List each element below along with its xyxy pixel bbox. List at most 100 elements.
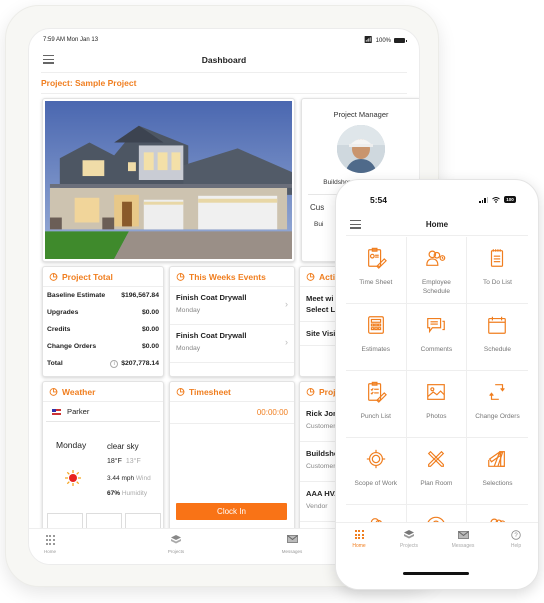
- comments-icon: [427, 317, 446, 334]
- pie-chart-icon: [49, 388, 58, 396]
- project-total-header: Project Total: [43, 267, 163, 287]
- event-item[interactable]: Finish Coat Drywall Monday ›: [170, 325, 294, 363]
- tab-projects[interactable]: Projects: [151, 535, 201, 554]
- wifi-icon: [492, 196, 500, 203]
- grid-item-estimates[interactable]: Estimates: [346, 304, 407, 371]
- avatar: [337, 125, 385, 173]
- status-time: 5:54: [370, 195, 388, 205]
- battery-icon: 100: [504, 196, 516, 203]
- layers-icon: [404, 530, 414, 539]
- house-image: [45, 101, 292, 259]
- project-total-card: Project Total Baseline Estimate $196,567.…: [42, 266, 164, 377]
- tablet-status-bar: 7:59 AM Mon Jan 13 📶︎ 100%: [43, 37, 407, 47]
- pie-chart-icon: [176, 388, 185, 396]
- event-day: Monday: [176, 307, 201, 314]
- weather-header: Weather: [43, 382, 163, 402]
- tab-label: Projects: [399, 543, 419, 549]
- total-row-change-orders: Change Orders $0.00: [43, 338, 163, 355]
- tab-messages[interactable]: Messages: [267, 535, 317, 554]
- project-total-title: Project Total: [62, 271, 113, 282]
- timesheet-timer: 00:00:00: [170, 402, 294, 424]
- help-icon: ?: [511, 529, 521, 540]
- row-label: Credits: [47, 326, 71, 333]
- grid-item-label: Time Sheet: [359, 279, 393, 286]
- event-title: Finish Coat Drywall: [176, 331, 247, 340]
- tab-label: Home: [352, 543, 366, 549]
- events-title: This Weeks Events: [189, 271, 266, 282]
- pie-chart-icon: [306, 388, 315, 396]
- phone-status-bar: 5:54 100: [336, 195, 538, 207]
- pie-chart-icon: [306, 273, 315, 281]
- svg-text:?: ?: [514, 533, 518, 539]
- timesheet-icon: [367, 247, 387, 269]
- tab-help[interactable]: ? Help: [496, 529, 536, 549]
- swatches-icon: [488, 450, 506, 467]
- row-value: $0.00: [141, 343, 159, 350]
- total-row-baseline: Baseline Estimate $196,567.84: [43, 287, 163, 304]
- total-row-total: Total i $207,778.14: [43, 355, 163, 372]
- grid-item-label: Employee Schedule: [421, 279, 451, 295]
- change-orders-icon: [489, 384, 506, 400]
- grid-icon: [45, 535, 55, 545]
- grid-item-label: Estimates: [361, 346, 391, 353]
- row-label: Baseline Estimate: [47, 292, 106, 299]
- target-icon: [366, 449, 385, 469]
- grid-item-time-sheet[interactable]: Time Sheet: [346, 237, 407, 304]
- weather-humidity: 67% Humidity: [107, 490, 147, 497]
- page-title: Dashboard: [201, 55, 247, 65]
- chevron-right-icon: ›: [285, 299, 288, 309]
- tab-label: Projects: [167, 549, 185, 554]
- grid-item-employee-schedule[interactable]: Employee Schedule: [406, 237, 468, 304]
- grid-item-selections[interactable]: Selections: [467, 438, 528, 505]
- event-title: Finish Coat Drywall: [176, 293, 247, 302]
- grid-item-label: To Do List: [483, 279, 512, 286]
- info-icon[interactable]: i: [110, 359, 119, 368]
- grid-item-label: Scope of Work: [354, 480, 398, 487]
- phone-header: Home: [346, 216, 528, 236]
- grid-item-label: Plan Room: [420, 480, 453, 487]
- tab-messages[interactable]: Messages: [443, 529, 483, 549]
- signal-icon: [479, 196, 488, 203]
- grid-item-to-do-list[interactable]: To Do List: [467, 237, 528, 304]
- grid-item-comments[interactable]: Comments: [406, 304, 468, 371]
- row-label: Total: [47, 360, 63, 367]
- tab-home[interactable]: Home: [339, 529, 379, 549]
- clock-in-button[interactable]: Clock In: [176, 503, 287, 520]
- weather-title: Weather: [62, 386, 96, 397]
- row-value: $207,778.14: [121, 360, 159, 367]
- envelope-icon: [286, 535, 298, 543]
- grid-item-schedule[interactable]: Schedule: [467, 304, 528, 371]
- us-flag-icon: [52, 408, 61, 415]
- row-label: Change Orders: [47, 343, 97, 350]
- grid-item-scope-of-work[interactable]: Scope of Work: [346, 438, 407, 505]
- wind-label: Wind: [135, 475, 151, 482]
- tab-projects[interactable]: Projects: [389, 529, 429, 549]
- row-label: Upgrades: [47, 309, 79, 316]
- grid-item-plan-room[interactable]: Plan Room: [406, 438, 468, 505]
- home-indicator[interactable]: [403, 572, 469, 575]
- row-value: $0.00: [141, 309, 159, 316]
- employee-schedule-icon: [426, 250, 446, 266]
- project-label[interactable]: Project: Sample Project: [41, 74, 407, 94]
- tab-home[interactable]: Home: [29, 535, 75, 554]
- weekly-events-card: This Weeks Events Finish Coat Drywall Mo…: [169, 266, 295, 377]
- event-item[interactable]: Finish Coat Drywall Monday ›: [170, 287, 294, 325]
- grid-item-punch-list[interactable]: Punch List: [346, 371, 407, 438]
- tablet-header: Dashboard: [41, 49, 407, 73]
- total-row-credits: Credits $0.00: [43, 321, 163, 338]
- tab-label: Home: [43, 549, 56, 554]
- calendar-icon: [488, 316, 507, 334]
- grid-item-label: Comments: [420, 346, 453, 353]
- grid-item-change-orders[interactable]: Change Orders: [467, 371, 528, 438]
- layers-icon: [171, 535, 181, 544]
- phone-tab-bar: Home Projects Messages ? Help: [336, 522, 538, 589]
- notepad-icon: [491, 249, 504, 267]
- pie-chart-icon: [176, 273, 185, 281]
- tab-label: Messages: [451, 543, 475, 549]
- row-value: $196,567.84: [121, 292, 159, 299]
- wind-value: 3.44 mph: [107, 475, 135, 482]
- grid-item-photos[interactable]: Photos: [406, 371, 468, 438]
- timesheet-header: Timesheet: [170, 382, 294, 402]
- timesheet-title: Timesheet: [189, 386, 231, 397]
- project-photo: [42, 98, 295, 262]
